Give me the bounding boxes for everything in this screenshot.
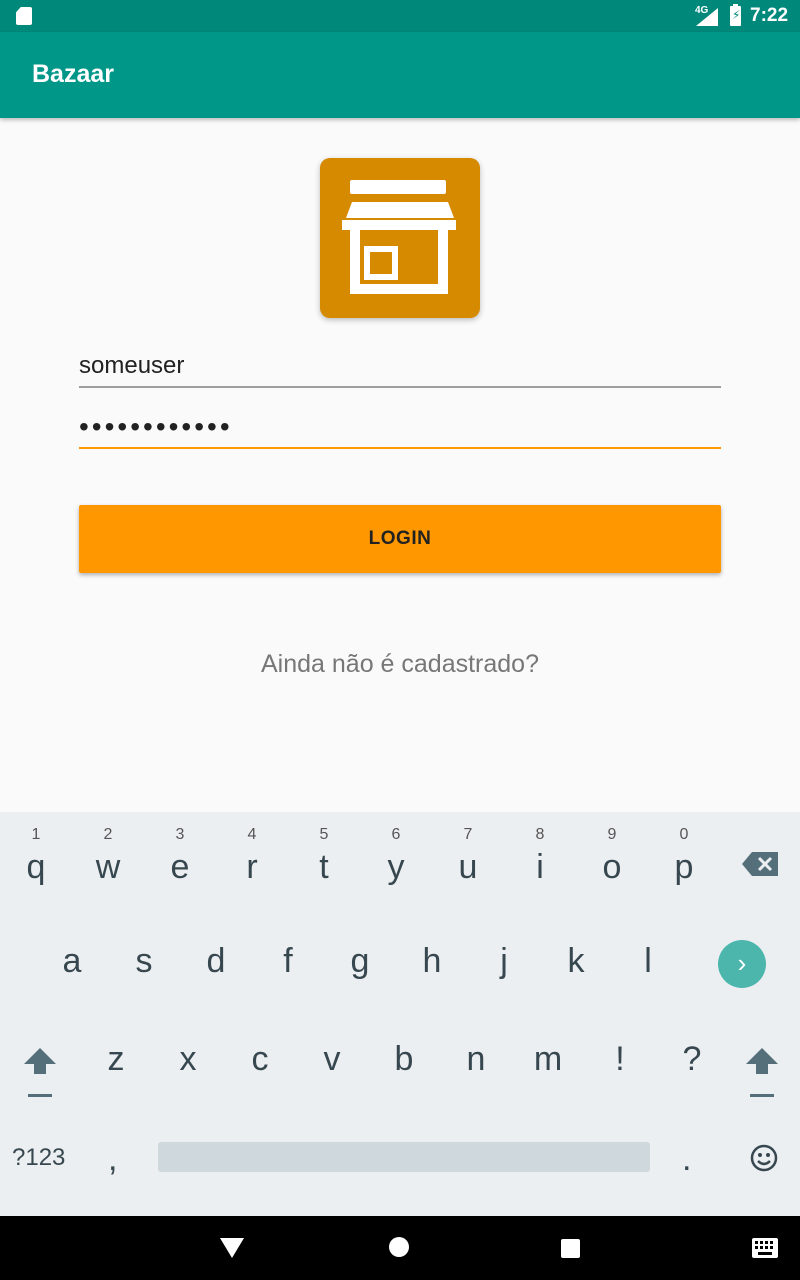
key-hint: 2 xyxy=(103,826,113,843)
key-u[interactable]: 7u xyxy=(432,814,504,904)
key-exclamation[interactable]: ! xyxy=(584,1040,656,1130)
key-v[interactable]: v xyxy=(296,1040,368,1130)
key-label: w xyxy=(95,848,121,886)
signal-icon xyxy=(696,8,718,26)
key-label: k xyxy=(567,942,585,980)
key-z[interactable]: z xyxy=(80,1040,152,1130)
key-label: t xyxy=(319,848,329,886)
username-field[interactable]: someuser xyxy=(79,338,721,388)
key-n[interactable]: n xyxy=(440,1040,512,1130)
key-f[interactable]: f xyxy=(252,942,324,1032)
key-h[interactable]: h xyxy=(396,942,468,1032)
key-hint: 7 xyxy=(463,826,473,843)
key-b[interactable]: b xyxy=(368,1040,440,1130)
key-question[interactable]: ? xyxy=(656,1040,728,1130)
key-hint: 6 xyxy=(391,826,401,843)
key-hint: 5 xyxy=(319,826,329,843)
key-t[interactable]: 5t xyxy=(288,814,360,904)
key-label: l xyxy=(644,942,652,980)
key-label: g xyxy=(350,942,370,980)
key-label: i xyxy=(536,848,544,886)
recents-icon[interactable] xyxy=(561,1239,580,1258)
key-a[interactable]: a xyxy=(36,942,108,1032)
navigation-bar xyxy=(0,1216,800,1280)
emoji-key[interactable] xyxy=(750,1144,778,1172)
key-label: y xyxy=(387,848,405,886)
app-bar: Bazaar xyxy=(0,32,800,118)
key-label: q xyxy=(26,848,46,886)
sd-card-icon xyxy=(16,7,32,25)
key-c[interactable]: c xyxy=(224,1040,296,1130)
key-label: z xyxy=(107,1040,125,1078)
key-label: u xyxy=(458,848,478,886)
key-label: f xyxy=(283,942,293,980)
key-label: m xyxy=(533,1040,563,1078)
key-hint: 3 xyxy=(175,826,185,843)
key-i[interactable]: 8i xyxy=(504,814,576,904)
key-label: n xyxy=(466,1040,486,1078)
key-p[interactable]: 0p xyxy=(648,814,720,904)
key-label: x xyxy=(179,1040,197,1078)
app-title: Bazaar xyxy=(32,60,114,88)
key-hint: 4 xyxy=(247,826,257,843)
key-label: r xyxy=(246,848,258,886)
key-x[interactable]: x xyxy=(152,1040,224,1130)
password-field[interactable]: •••••••••••• xyxy=(79,399,721,449)
username-underline xyxy=(79,386,721,388)
key-g[interactable]: g xyxy=(324,942,396,1032)
key-label: p xyxy=(674,848,694,886)
signup-link[interactable]: Ainda não é cadastrado? xyxy=(0,650,800,679)
key-j[interactable]: j xyxy=(468,942,540,1032)
key-label: j xyxy=(500,942,508,980)
key-label: o xyxy=(602,848,622,886)
key-r[interactable]: 4r xyxy=(216,814,288,904)
password-underline xyxy=(79,447,721,449)
key-label: ! xyxy=(615,1040,625,1078)
key-l[interactable]: l xyxy=(612,942,684,1032)
key-m[interactable]: m xyxy=(512,1040,584,1130)
shift-key-left[interactable] xyxy=(20,1044,60,1104)
status-bar: 4G ⚡ 7:22 xyxy=(0,0,800,32)
period-key[interactable]: . xyxy=(682,1140,691,1179)
key-k[interactable]: k xyxy=(540,942,612,1032)
shift-key-right[interactable] xyxy=(742,1044,782,1104)
key-label: e xyxy=(170,848,190,886)
clock: 7:22 xyxy=(750,5,789,26)
back-icon[interactable] xyxy=(220,1238,244,1258)
key-q[interactable]: 1q xyxy=(0,814,72,904)
username-value: someuser xyxy=(79,352,185,379)
key-o[interactable]: 9o xyxy=(576,814,648,904)
key-w[interactable]: 2w xyxy=(72,814,144,904)
key-s[interactable]: s xyxy=(108,942,180,1032)
key-label: ? xyxy=(682,1040,702,1078)
keyboard-icon[interactable] xyxy=(752,1238,778,1258)
password-value: •••••••••••• xyxy=(79,411,233,442)
home-icon[interactable] xyxy=(388,1236,410,1258)
spacebar[interactable] xyxy=(158,1142,650,1172)
login-button[interactable]: LOGIN xyxy=(79,505,721,573)
key-hint: 8 xyxy=(535,826,545,843)
key-label: a xyxy=(62,942,82,980)
symbols-key[interactable]: ?123 xyxy=(12,1144,65,1172)
backspace-key[interactable] xyxy=(742,852,778,876)
key-hint: 1 xyxy=(31,826,41,843)
key-label: s xyxy=(135,942,153,980)
comma-key[interactable]: , xyxy=(108,1140,117,1179)
key-y[interactable]: 6y xyxy=(360,814,432,904)
key-label: v xyxy=(323,1040,341,1078)
key-hint: 9 xyxy=(607,826,617,843)
key-label: b xyxy=(394,1040,414,1078)
key-label: h xyxy=(422,942,442,980)
key-hint: 0 xyxy=(679,826,689,843)
storefront-icon xyxy=(320,158,480,318)
key-d[interactable]: d xyxy=(180,942,252,1032)
key-label: c xyxy=(251,1040,269,1078)
key-label: d xyxy=(206,942,226,980)
enter-key[interactable]: › xyxy=(718,940,766,988)
key-e[interactable]: 3e xyxy=(144,814,216,904)
